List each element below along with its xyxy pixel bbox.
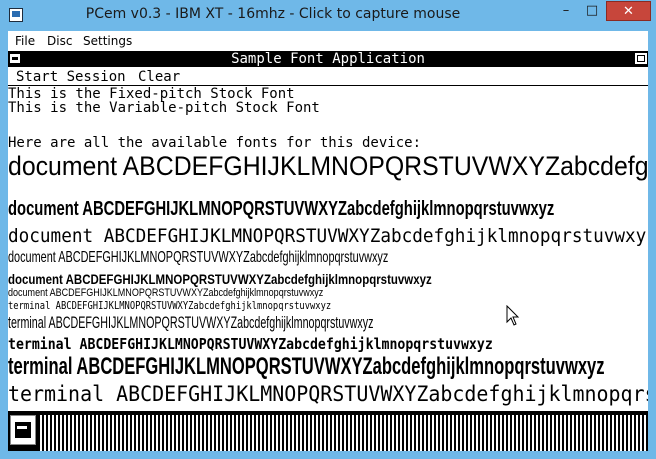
emulator-screen[interactable]: Sample Font Application Start Session Cl… <box>8 51 648 451</box>
minimize-button[interactable]: – <box>553 1 579 21</box>
sample-font-app-window: Sample Font Application Start Session Cl… <box>8 51 648 411</box>
mouse-pointer-icon <box>506 305 520 326</box>
menu-disc[interactable]: Disc <box>47 34 72 48</box>
system-menu-icon[interactable] <box>9 53 21 64</box>
font-sample: terminal ABCDEFGHIJKLMNOPQRSTUVWXYZabcde… <box>8 299 332 312</box>
menu-settings[interactable]: Settings <box>83 34 132 48</box>
close-button[interactable]: ✕ <box>606 1 651 21</box>
font-sample: document ABCDEFGHIJKLMNOPQRSTUVWXYZabcde… <box>8 225 648 247</box>
font-sample: document ABCDEFGHIJKLMNOPQRSTUVWXYZabcde… <box>8 249 389 266</box>
menu-file[interactable]: File <box>15 34 35 48</box>
app-menubar: Start Session Clear <box>8 69 648 86</box>
font-sample: terminal ABCDEFGHIJKLMNOPQRSTUVWXYZabcde… <box>8 353 605 380</box>
maximize-button[interactable]: □ <box>579 1 605 21</box>
font-sample: document ABCDEFGHIJKLMNOPQRSTUVWXYZabcde… <box>8 151 648 181</box>
window-titlebar: PCem v0.3 - IBM XT - 16mhz - Click to ca… <box>0 0 656 31</box>
variable-pitch-line: This is the Variable-pitch Stock Font <box>8 100 320 116</box>
font-sample: document ABCDEFGHIJKLMNOPQRSTUVWXYZabcde… <box>8 198 555 220</box>
menu-start-session[interactable]: Start Session <box>16 69 126 85</box>
minimized-app-icon[interactable] <box>10 415 36 445</box>
font-sample: terminal ABCDEFGHIJKLMNOPQRSTUVWXYZabcde… <box>8 313 374 332</box>
screen-dither-area <box>38 415 648 451</box>
app-titlebar: Sample Font Application <box>8 51 648 67</box>
font-sample: document ABCDEFGHIJKLMNOPQRSTUVWXYZabcde… <box>8 271 432 287</box>
window-title: PCem v0.3 - IBM XT - 16mhz - Click to ca… <box>85 6 461 22</box>
font-sample: terminal ABCDEFGHIJKLMNOPQRSTUVWXYZabcde… <box>8 382 648 406</box>
app-title: Sample Font Application <box>231 51 425 67</box>
menu-clear[interactable]: Clear <box>138 69 180 85</box>
fonts-heading: Here are all the available fonts for thi… <box>8 135 422 151</box>
font-sample: document ABCDEFGHIJKLMNOPQRSTUVWXYZabcde… <box>8 287 324 299</box>
font-sample: terminal ABCDEFGHIJKLMNOPQRSTUVWXYZabcde… <box>8 335 493 353</box>
menubar: File Disc Settings <box>8 31 648 51</box>
maximize-icon[interactable] <box>635 53 647 64</box>
